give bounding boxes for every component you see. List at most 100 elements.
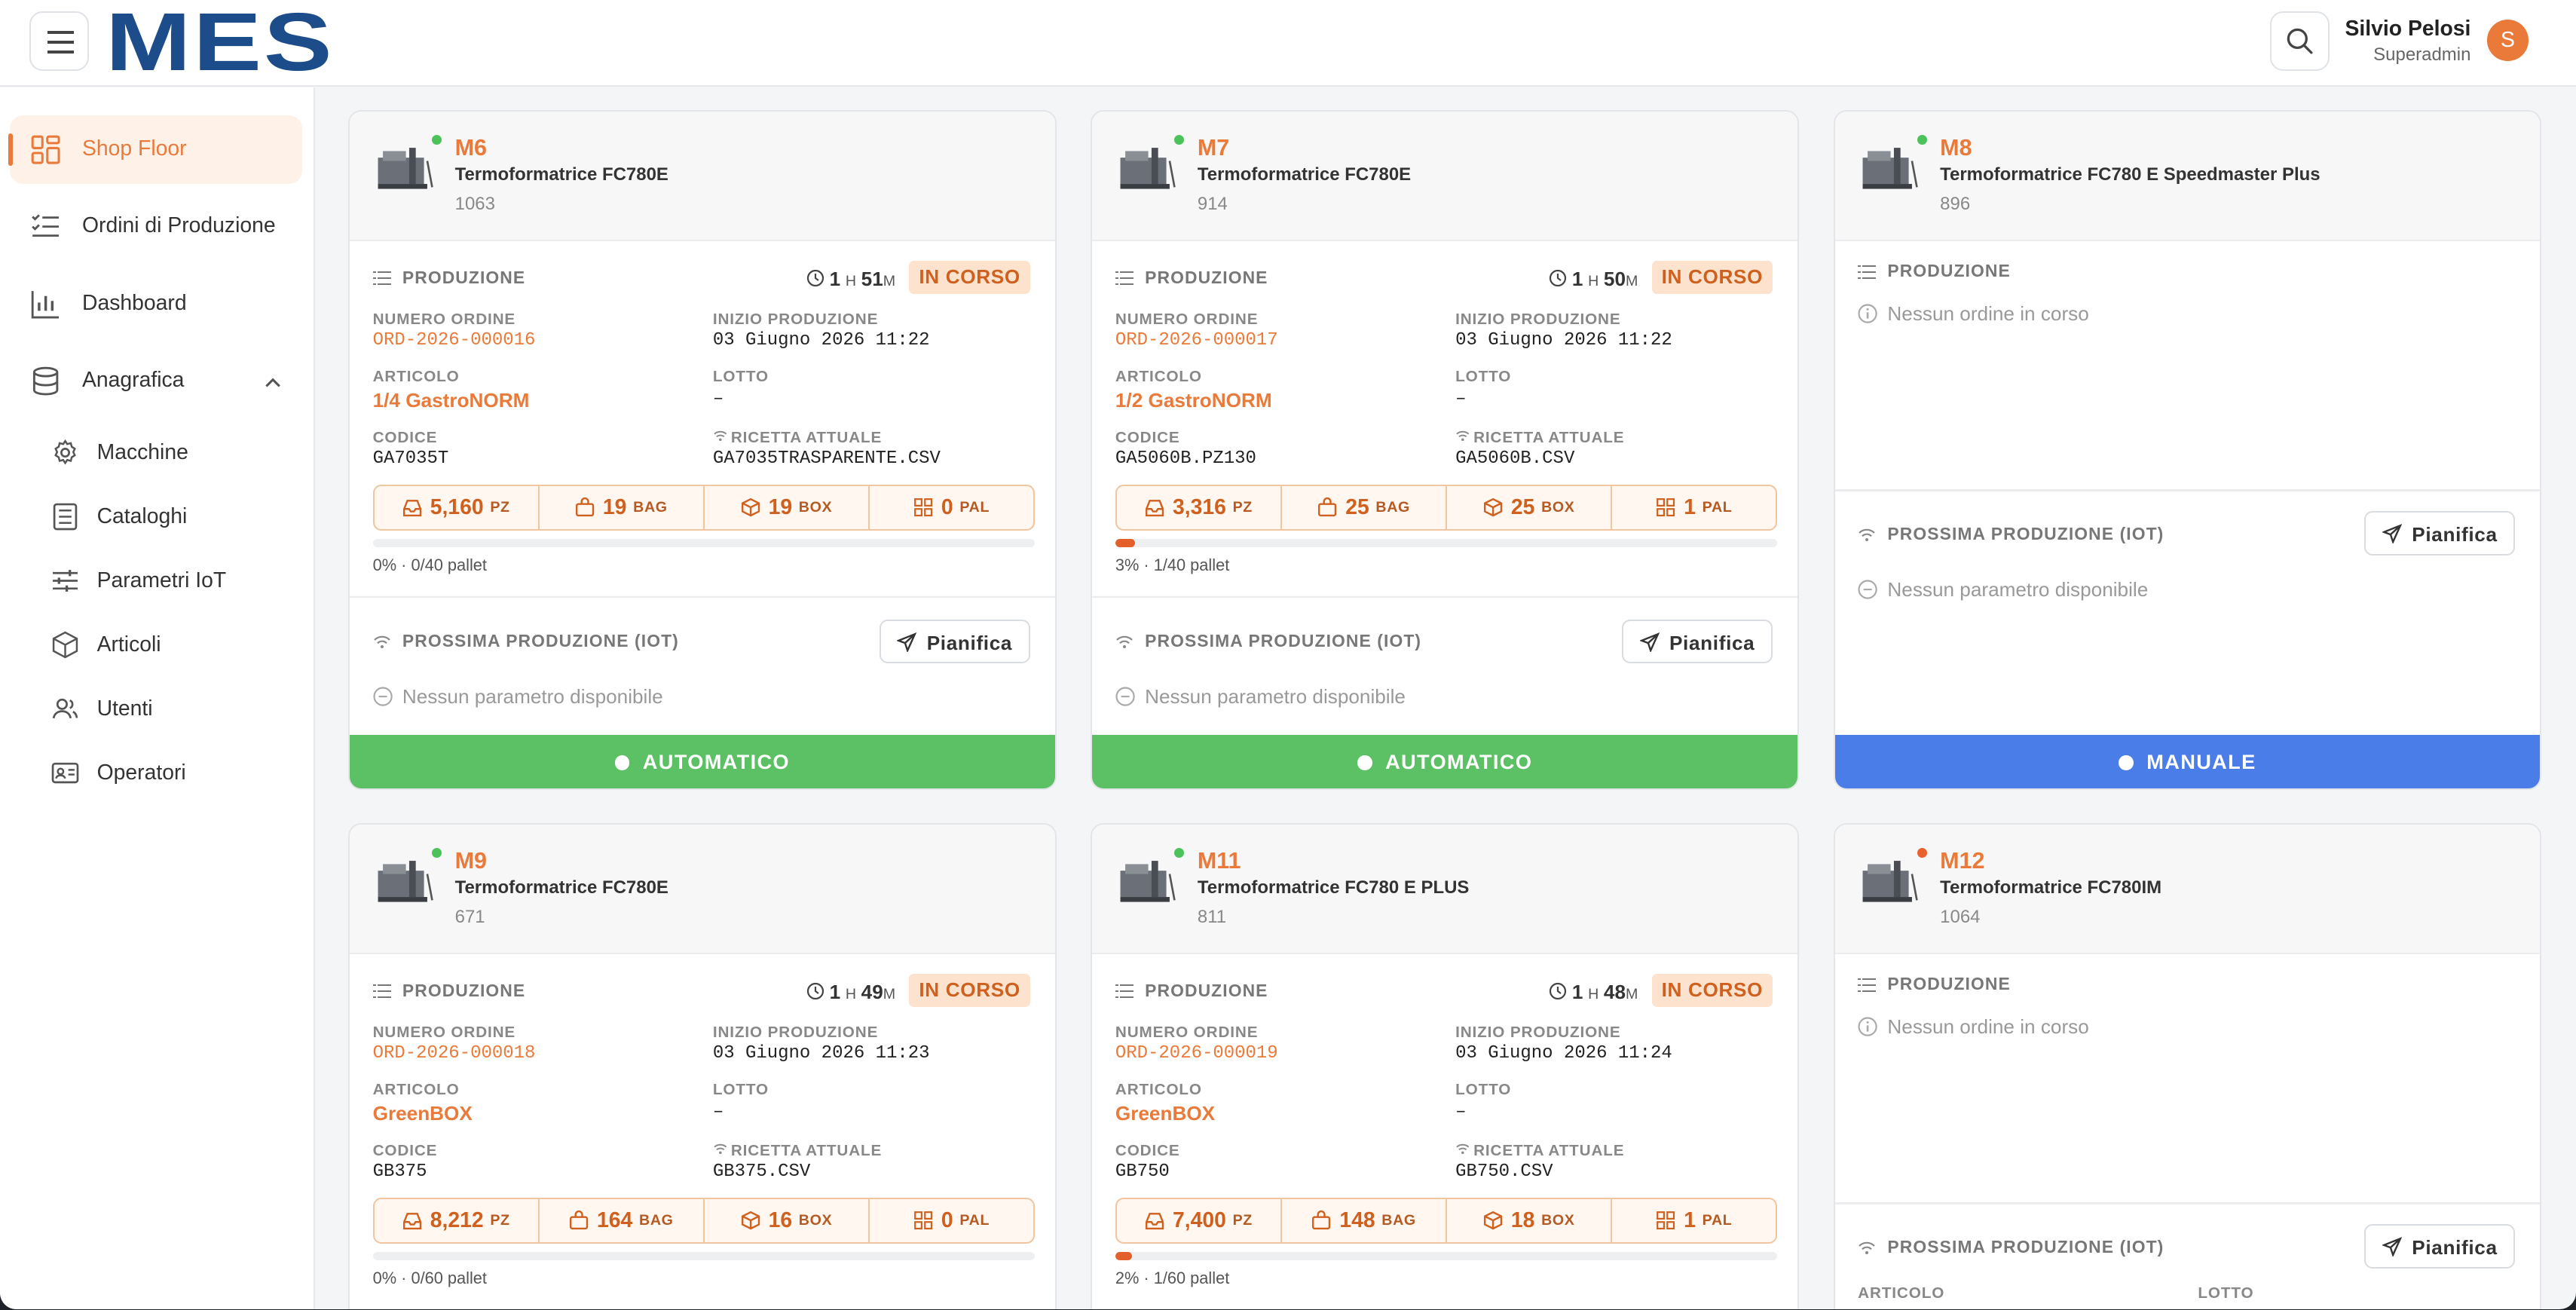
sidebar-item-macchine[interactable]: Macchine <box>43 426 306 482</box>
machine-thumbnail <box>378 147 433 189</box>
sidebar-item-cataloghi[interactable]: Cataloghi <box>43 490 306 546</box>
article-name[interactable]: 1/4 GastroNORM <box>373 389 530 412</box>
pianifica-button[interactable]: Pianifica <box>879 619 1030 664</box>
label-inizio: INIZIO PRODUZIONE <box>712 310 879 328</box>
info-icon <box>1858 304 1877 323</box>
machine-thumbnail <box>378 861 433 902</box>
sidebar-item-shop-floor[interactable]: Shop Floor <box>8 115 303 185</box>
section-produzione: PRODUZIONE <box>1115 268 1268 288</box>
code-value: GB750 <box>1115 1161 1170 1182</box>
machine-card[interactable]: M11 Termoformatrice FC780 E PLUS 811 PRO… <box>1091 823 1799 1310</box>
progress-fill <box>1115 538 1136 547</box>
database-icon <box>33 366 59 396</box>
machine-id: 896 <box>1940 194 1971 215</box>
search-button[interactable] <box>2270 11 2330 71</box>
box-icon <box>52 631 78 659</box>
minus-circle-icon <box>1115 687 1135 706</box>
machine-code: M11 <box>1197 847 1241 874</box>
start-time: 03 Giugno 2026 11:22 <box>1455 329 1672 350</box>
machine-model: Termoformatrice FC780E <box>454 164 668 185</box>
order-number[interactable]: ORD-2026-000018 <box>373 1043 536 1064</box>
machine-card-header: M7 Termoformatrice FC780E 914 <box>1092 112 1797 242</box>
machine-card[interactable]: M8 Termoformatrice FC780 E Speedmaster P… <box>1833 110 2542 791</box>
recipe-value: GA5060B.CSV <box>1455 448 1575 469</box>
elapsed-timer: 1 H 50M <box>1549 268 1638 291</box>
sidebar-subitem-label: Utenti <box>96 696 153 721</box>
machine-code: M8 <box>1940 134 1972 161</box>
elapsed-timer: 1 H 51M <box>806 268 895 291</box>
pianifica-button[interactable]: Pianifica <box>2364 510 2516 556</box>
counter-pz: 7,400 PZ <box>1117 1198 1282 1242</box>
status-dot <box>432 847 442 858</box>
mode-indicator[interactable]: AUTOMATICO <box>1092 734 1797 789</box>
machine-code: M7 <box>1197 134 1230 161</box>
article-name[interactable]: GreenBOX <box>373 1102 473 1125</box>
counter-pal: 0 PAL <box>870 486 1033 529</box>
sidebar-item-label: Ordini di Produzione <box>81 213 276 238</box>
article-name[interactable]: 1/2 GastroNORM <box>1115 389 1272 412</box>
machine-id: 671 <box>454 907 485 928</box>
order-number[interactable]: ORD-2026-000016 <box>373 330 536 350</box>
sidebar-item-ordini[interactable]: Ordini di Produzione <box>10 192 302 262</box>
machine-card-header: M6 Termoformatrice FC780E 1063 <box>350 112 1055 242</box>
bag-icon <box>1312 1211 1331 1230</box>
pianifica-button[interactable]: Pianifica <box>2364 1223 2516 1269</box>
progress-label: 0% · 0/40 pallet <box>372 555 487 574</box>
send-icon <box>897 632 917 652</box>
recipe-value: GB375.CSV <box>712 1161 811 1182</box>
code-value: GA7035T <box>372 448 449 469</box>
mode-indicator[interactable]: MANUALE <box>1834 734 2541 789</box>
counter-box: 25 BOX <box>1447 485 1613 529</box>
list-icon <box>1115 271 1134 286</box>
sidebar-subitem-label: Articoli <box>96 632 161 657</box>
counter-bag: 25 BAG <box>1282 485 1448 529</box>
users-icon <box>52 698 78 719</box>
machine-card[interactable]: M12 Termoformatrice FC780IM 1064 PRODUZI… <box>1833 823 2542 1310</box>
pallet-progress-bar <box>1115 538 1778 547</box>
progress-label: 3% · 1/40 pallet <box>1115 555 1230 574</box>
status-dot <box>1174 134 1185 145</box>
chevron-up-icon[interactable] <box>263 373 283 393</box>
sidebar-item-label: Dashboard <box>81 290 187 315</box>
mode-dot <box>1357 755 1372 770</box>
sidebar-item-operatori[interactable]: Operatori <box>43 746 306 802</box>
sidebar-item-utenti[interactable]: Utenti <box>43 682 306 738</box>
pianifica-button[interactable]: Pianifica <box>1621 619 1773 664</box>
label-ricetta: RICETTA ATTUALE <box>713 429 882 447</box>
counter-bag: 19 BAG <box>540 485 705 529</box>
sidebar-item-anagrafica[interactable]: Anagrafica <box>10 347 302 416</box>
elapsed-timer: 1 H 49M <box>806 981 895 1004</box>
machine-code: M9 <box>454 847 487 874</box>
machine-thumbnail <box>1120 147 1176 189</box>
status-badge: IN CORSO <box>1651 261 1773 294</box>
order-number[interactable]: ORD-2026-000019 <box>1115 1043 1278 1064</box>
sidebar-item-articoli[interactable]: Articoli <box>43 618 306 674</box>
mode-dot <box>614 755 630 770</box>
app-logo: MES <box>105 0 334 89</box>
label-next-articolo: ARTICOLO <box>1858 1284 1945 1302</box>
machine-model: Termoformatrice FC780 E PLUS <box>1197 877 1470 898</box>
wifi-icon <box>1859 1242 1875 1255</box>
avatar[interactable]: S <box>2487 20 2529 61</box>
machine-card[interactable]: M9 Termoformatrice FC780E 671 PRODUZIONE… <box>348 823 1057 1310</box>
article-name[interactable]: GreenBOX <box>1115 1102 1215 1125</box>
machine-card[interactable]: M6 Termoformatrice FC780E 1063 PRODUZION… <box>348 110 1057 791</box>
app-window: MES Silvio Pelosi Superadmin S Shop Floo… <box>0 0 2576 1310</box>
menu-toggle-button[interactable] <box>29 11 89 71</box>
wifi-icon <box>373 635 390 648</box>
divider <box>1834 1202 2541 1204</box>
minus-circle-icon <box>1858 580 1877 599</box>
no-parameters-message: Nessun parametro disponibile <box>373 685 663 709</box>
label-codice: CODICE <box>1115 428 1180 446</box>
sidebar-item-dashboard[interactable]: Dashboard <box>10 269 302 338</box>
machine-thumbnail <box>1120 861 1176 902</box>
machine-code: M6 <box>454 134 487 161</box>
machine-card[interactable]: M7 Termoformatrice FC780E 914 PRODUZIONE… <box>1091 110 1799 791</box>
label-numero-ordine: NUMERO ORDINE <box>372 310 516 328</box>
section-produzione: PRODUZIONE <box>1858 261 2011 281</box>
lot-value: – <box>1455 1102 1467 1123</box>
mode-indicator[interactable]: AUTOMATICO <box>350 734 1055 789</box>
sidebar-item-parametri-iot[interactable]: Parametri IoT <box>43 554 306 610</box>
order-number[interactable]: ORD-2026-000017 <box>1115 330 1278 350</box>
label-ricetta: RICETTA ATTUALE <box>713 1142 882 1160</box>
